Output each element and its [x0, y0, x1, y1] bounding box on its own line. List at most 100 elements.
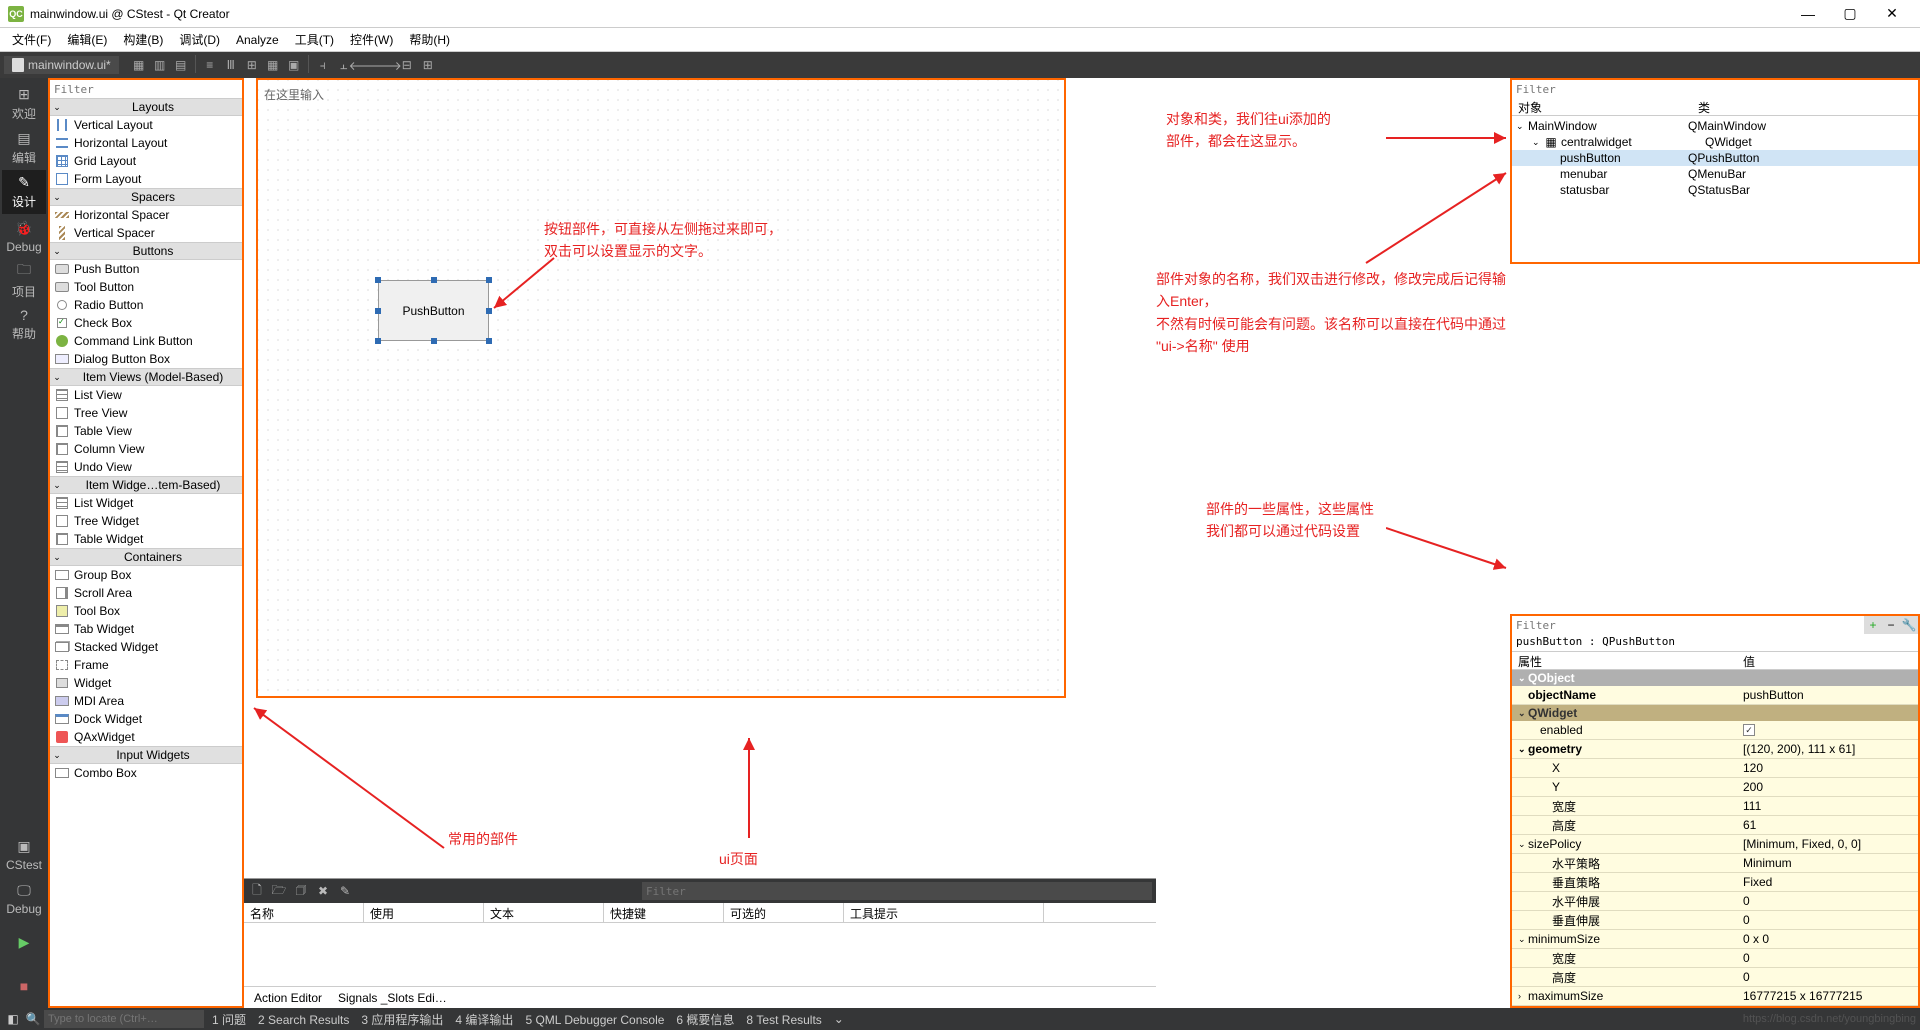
mode-button[interactable]: ▤编辑 [2, 126, 46, 170]
widget-item[interactable]: Horizontal Layout [50, 134, 242, 152]
widget-item[interactable]: Group Box [50, 566, 242, 584]
widget-group-header[interactable]: ⌄Spacers [50, 188, 242, 206]
open-file-tab[interactable]: mainwindow.ui* [4, 56, 119, 74]
remove-property-icon[interactable]: − [1882, 616, 1900, 634]
property-row[interactable]: ⌄geometry[(120, 200), 111 x 61] [1512, 740, 1918, 759]
mode-button[interactable]: ⊞欢迎 [2, 82, 46, 126]
property-row[interactable]: 垂直策略Fixed [1512, 873, 1918, 892]
checkbox-icon[interactable]: ✓ [1743, 724, 1755, 736]
object-tree-row[interactable]: ⌄MainWindowQMainWindow [1512, 118, 1918, 134]
open-action-icon[interactable]: 🗁 [270, 882, 288, 900]
object-tree-row[interactable]: pushButtonQPushButton [1512, 150, 1918, 166]
widget-group-header[interactable]: ⌄Layouts [50, 98, 242, 116]
object-tree-row[interactable]: menubarQMenuBar [1512, 166, 1918, 182]
widget-item[interactable]: List Widget [50, 494, 242, 512]
widget-item[interactable]: Dialog Button Box [50, 350, 242, 368]
widget-item[interactable]: Dock Widget [50, 710, 242, 728]
tool-icon[interactable]: ⊞ [418, 55, 438, 75]
mode-button[interactable]: ✎设计 [2, 170, 46, 214]
delete-action-icon[interactable]: ✖ [314, 882, 332, 900]
property-row[interactable]: Y200 [1512, 778, 1918, 797]
widget-group-header[interactable]: ⌄Item Views (Model-Based) [50, 368, 242, 386]
tool-icon[interactable]: ⫞ [313, 55, 333, 75]
property-row[interactable]: ⌄sizePolicy[Minimum, Fixed, 0, 0] [1512, 835, 1918, 854]
property-row[interactable]: ⌄minimumSize0 x 0 [1512, 930, 1918, 949]
property-group-header[interactable]: ⌄QWidget [1512, 705, 1918, 721]
menu-item[interactable]: 构建(B) [115, 29, 171, 50]
mode-button[interactable]: 🗀项目 [2, 258, 46, 302]
widget-group-header[interactable]: ⌄Buttons [50, 242, 242, 260]
action-column-header[interactable]: 名称 [244, 903, 364, 922]
menu-item[interactable]: Analyze [228, 31, 287, 49]
status-tab[interactable]: 2 Search Results [252, 1013, 355, 1027]
action-column-header[interactable]: 使用 [364, 903, 484, 922]
tool-icon[interactable]: 🡒 [376, 55, 396, 75]
widget-group-header[interactable]: ⌄Item Widge…tem-Based) [50, 476, 242, 494]
property-filter-input[interactable] [1512, 616, 1864, 634]
property-row[interactable]: 垂直伸展0 [1512, 911, 1918, 930]
search-icon[interactable]: 🔍 [24, 1010, 42, 1028]
tool-icon[interactable]: ⊞ [242, 55, 262, 75]
widget-group-header[interactable]: ⌄Containers [50, 548, 242, 566]
form-canvas[interactable]: 在这里输入 PushButton [256, 78, 1066, 698]
menu-item[interactable]: 帮助(H) [401, 29, 458, 50]
pushbutton-widget[interactable]: PushButton [378, 280, 489, 341]
property-row[interactable]: 水平策略Minimum [1512, 854, 1918, 873]
widget-item[interactable]: Tree Widget [50, 512, 242, 530]
widget-filter-input[interactable] [50, 80, 242, 98]
widget-item[interactable]: Tool Box [50, 602, 242, 620]
object-tree-row[interactable]: ⌄▦centralwidgetQWidget [1512, 134, 1918, 150]
widget-item[interactable]: Command Link Button [50, 332, 242, 350]
menu-item[interactable]: 调试(D) [171, 29, 228, 50]
widget-item[interactable]: Column View [50, 440, 242, 458]
property-row[interactable]: 宽度0 [1512, 949, 1918, 968]
tool-icon[interactable]: ▤ [171, 55, 191, 75]
property-row[interactable]: 高度0 [1512, 968, 1918, 987]
property-row[interactable]: X120 [1512, 759, 1918, 778]
widget-item[interactable]: Tab Widget [50, 620, 242, 638]
widget-item[interactable]: Horizontal Spacer [50, 206, 242, 224]
tool-icon[interactable]: ▦ [129, 55, 149, 75]
status-tab[interactable]: 1 问题 [206, 1013, 252, 1027]
action-panel-tab[interactable]: Signals _Slots Edi… [332, 991, 453, 1005]
menu-item[interactable]: 工具(T) [287, 29, 342, 50]
property-row[interactable]: 高度61 [1512, 816, 1918, 835]
action-column-header[interactable]: 文本 [484, 903, 604, 922]
chevron-icon[interactable]: ⌄ [830, 1010, 848, 1028]
action-column-header[interactable]: 快捷键 [604, 903, 724, 922]
status-tab[interactable]: 8 Test Results [740, 1013, 827, 1027]
object-tree-row[interactable]: statusbarQStatusBar [1512, 182, 1918, 198]
tool-icon[interactable]: ▥ [150, 55, 170, 75]
mode-button[interactable]: 🐞Debug [2, 214, 46, 258]
menu-item[interactable]: 文件(F) [4, 29, 59, 50]
mode-button[interactable]: ▣CStest [2, 832, 46, 876]
widget-item[interactable]: Scroll Area [50, 584, 242, 602]
action-filter-input[interactable] [642, 882, 1152, 900]
tool-icon[interactable]: ▣ [284, 55, 304, 75]
action-panel-tab[interactable]: Action Editor [248, 991, 328, 1005]
toggle-sidebar-icon[interactable]: ◧ [4, 1010, 22, 1028]
config-property-icon[interactable]: 🔧 [1900, 616, 1918, 634]
widget-group-header[interactable]: ⌄Input Widgets [50, 746, 242, 764]
maximize-button[interactable]: ▢ [1830, 2, 1870, 26]
widget-item[interactable]: Table View [50, 422, 242, 440]
property-row[interactable]: ›maximumSize16777215 x 16777215 [1512, 987, 1918, 1006]
object-filter-input[interactable] [1512, 80, 1918, 98]
widget-item[interactable]: Frame [50, 656, 242, 674]
widget-item[interactable]: Stacked Widget [50, 638, 242, 656]
widget-item[interactable]: Widget [50, 674, 242, 692]
widget-item[interactable]: QAxWidget [50, 728, 242, 746]
run-button[interactable]: ▶ [2, 920, 46, 964]
widget-item[interactable]: Form Layout [50, 170, 242, 188]
property-row[interactable]: 宽度111 [1512, 797, 1918, 816]
locator-input[interactable] [44, 1010, 204, 1028]
new-action-icon[interactable]: 🗋 [248, 882, 266, 900]
widget-item[interactable]: Undo View [50, 458, 242, 476]
widget-item[interactable]: Table Widget [50, 530, 242, 548]
property-row[interactable]: objectNamepushButton [1512, 686, 1918, 705]
action-column-header[interactable]: 可选的 [724, 903, 844, 922]
widget-item[interactable]: Tool Button [50, 278, 242, 296]
menubar-placeholder[interactable]: 在这里输入 [264, 86, 324, 103]
copy-action-icon[interactable]: 🗇 [292, 882, 310, 900]
property-row[interactable]: enabled✓ [1512, 721, 1918, 740]
